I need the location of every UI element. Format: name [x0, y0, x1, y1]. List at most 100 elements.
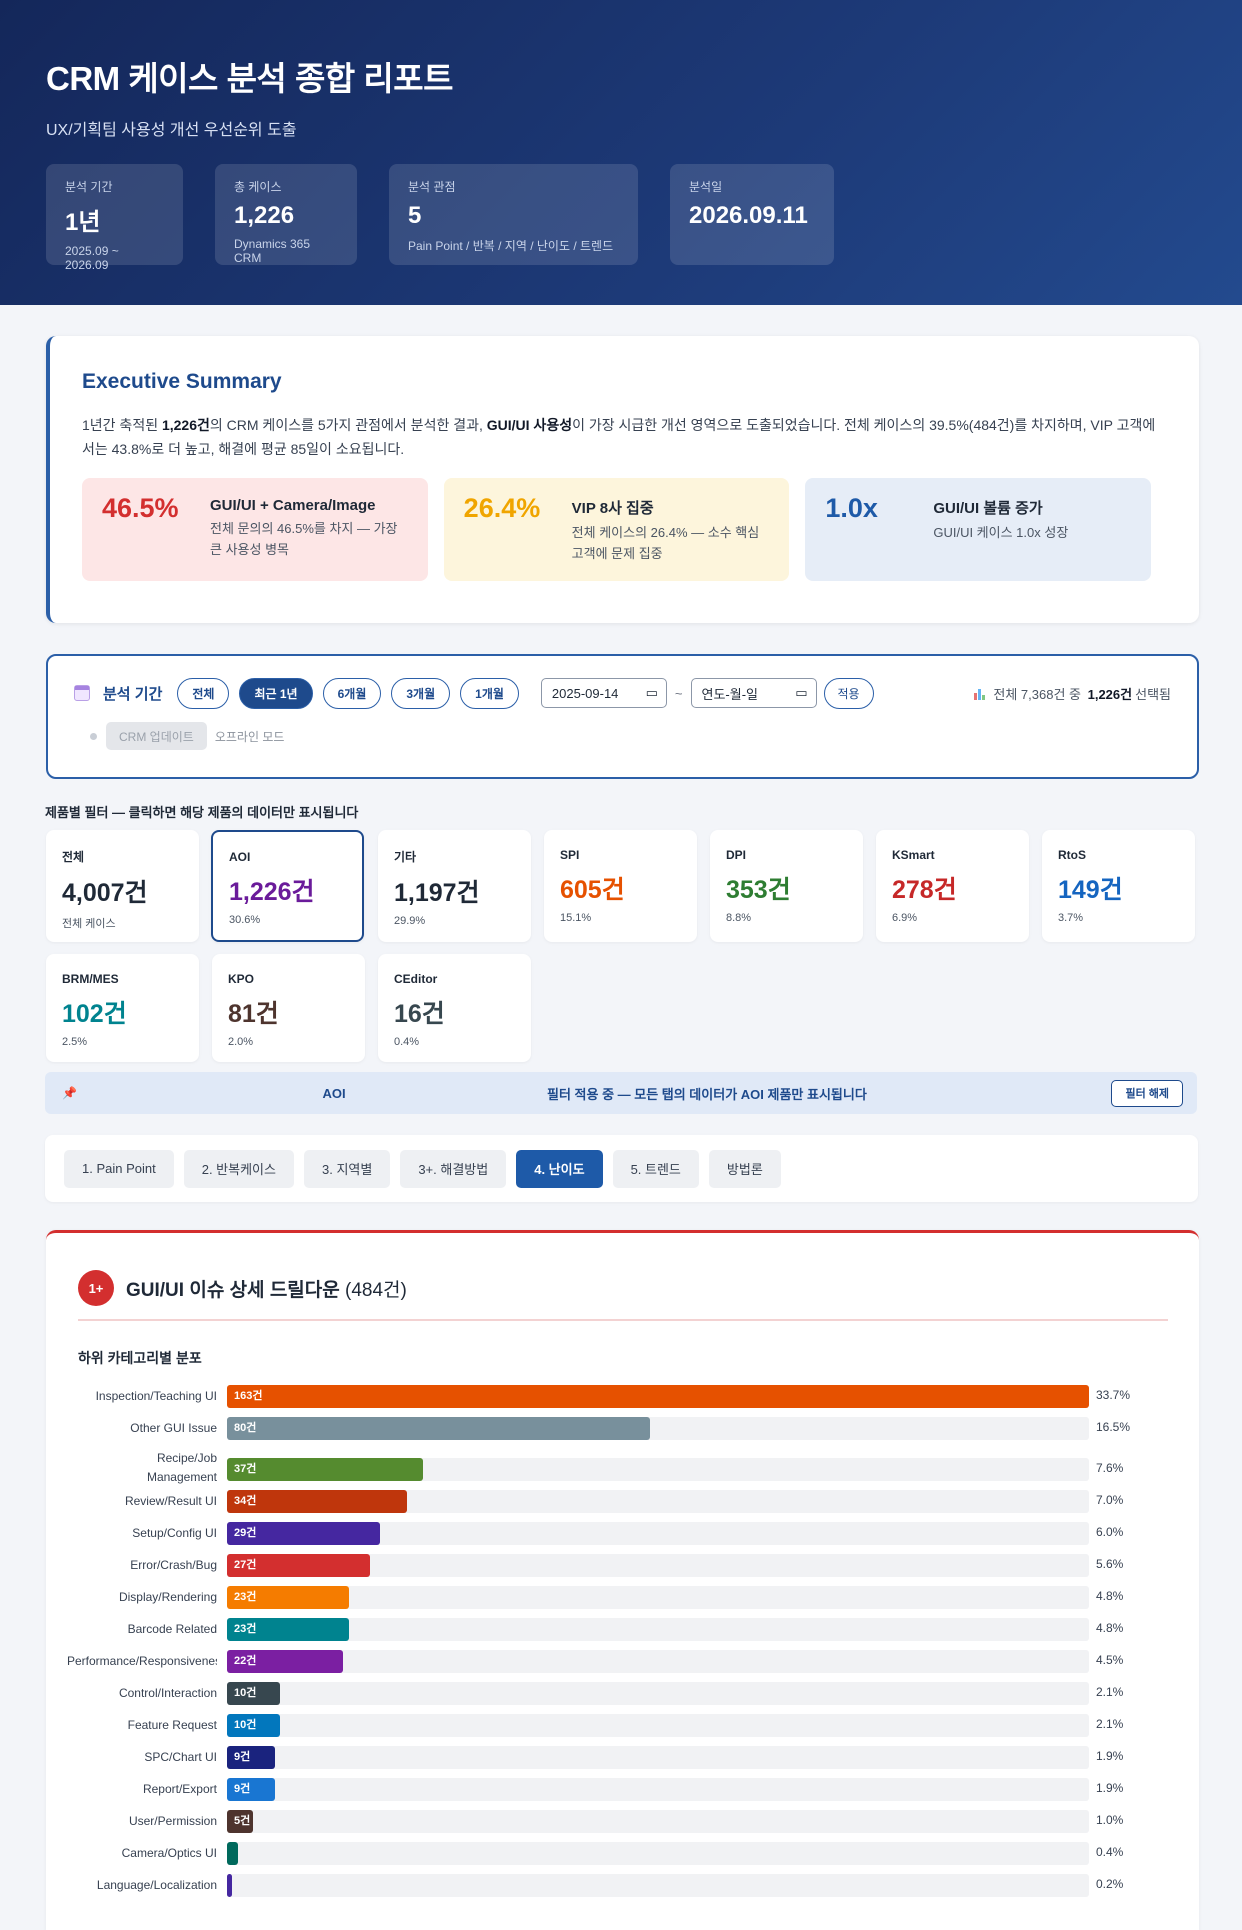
divider: [78, 1319, 1168, 1321]
product-card-전체[interactable]: 전체 4,007건 전체 케이스: [46, 830, 199, 942]
bar-fill: 34건: [227, 1490, 407, 1513]
bar-track: 34건: [227, 1490, 1089, 1513]
bar-row: Control/Interaction 10건 2.1%: [46, 1682, 1199, 1714]
bar-row: Error/Crash/Bug 27건 5.6%: [46, 1554, 1199, 1586]
stat-note: Dynamics 365 CRM: [234, 237, 311, 265]
date-separator: ~: [674, 685, 683, 701]
end-date-input[interactable]: 연도-월-일 ▭: [690, 678, 817, 708]
pin-icon: 📌: [62, 1086, 77, 1100]
product-share: 전체 케이스: [62, 918, 116, 930]
bar-label: Feature Request: [127, 1718, 217, 1732]
tab-4[interactable]: 3+. 해결방법: [400, 1149, 507, 1188]
kpi-card: 46.5% GUI/UI + Camera/Image 전체 문의의 46.5%를 …: [82, 478, 428, 581]
bar-track: 37건: [227, 1458, 1089, 1481]
product-card-aoi[interactable]: AOI 1,226건 30.6%: [211, 830, 364, 942]
stat-label: 분석일: [689, 180, 723, 194]
stat-note: Pain Point / 반복 / 지역 / 난이도 / 트렌드: [408, 239, 614, 253]
product-card-ceditor[interactable]: CEditor 16건 0.4%: [378, 954, 531, 1062]
product-card-brmmes[interactable]: BRM/MES 102건 2.5%: [46, 954, 199, 1062]
bar-row: Language/Localization 0.2%: [46, 1874, 1199, 1906]
clear-filter-button[interactable]: 필터 해제: [1111, 1079, 1183, 1107]
stat-value: 1,226: [234, 202, 295, 229]
bar-label: SPC/Chart UI: [144, 1750, 217, 1764]
bar-track: 23건: [227, 1586, 1089, 1609]
bar-label: Language/Localization: [96, 1878, 217, 1892]
calendar-icon: ▭: [795, 685, 808, 700]
gui-drilldown-section: 1+ GUI/UI 이슈 상세 드릴다운 (484건) 하위 카테고리별 분포 …: [46, 1230, 1199, 1930]
bar-track: 22건: [227, 1650, 1089, 1673]
notice-message: 필터 적용 중 — 모든 탭의 데이터가 AOI 제품만 표시됩니다: [547, 1086, 867, 1102]
bar-row: Feature Request 10건 2.1%: [46, 1714, 1199, 1746]
product-card-dpi[interactable]: DPI 353건 8.8%: [710, 830, 863, 942]
product-name: 기타: [394, 850, 417, 864]
tab-1[interactable]: 1. Pain Point: [64, 1149, 174, 1188]
kpi-desc: 전체 케이스의 26.4% — 소수 핵심 고객에 문제 집중: [571, 525, 760, 561]
bar-fill: 10건: [227, 1714, 280, 1737]
bar-label: Recipe/Job Management: [146, 1451, 217, 1484]
report-subtitle: UX/기획팀 사용성 개선 우선순위 도출: [46, 122, 297, 139]
period-preset-button[interactable]: 1개월: [460, 677, 519, 709]
bar-fill: 37건: [227, 1458, 423, 1481]
tab-2[interactable]: 2. 반복케이스: [183, 1149, 294, 1188]
period-preset-button[interactable]: 전체: [177, 677, 230, 709]
bar-fill: 80건: [227, 1417, 651, 1440]
product-share: 3.7%: [1058, 912, 1084, 924]
apply-button[interactable]: 적용: [823, 677, 874, 709]
bar-row: Camera/Optics UI 0.4%: [46, 1842, 1199, 1874]
selection-info: 전체 7,368건 중 1,226건 선택됨: [974, 684, 1171, 703]
stat-perspectives: 분석 관점 5 Pain Point / 반복 / 지역 / 난이도 / 트렌드: [389, 164, 638, 265]
bar-label: Control/Interaction: [118, 1686, 217, 1700]
bar-fill: 9건: [227, 1778, 275, 1801]
product-card-기타[interactable]: 기타 1,197건 29.9%: [378, 830, 531, 942]
product-count: 149건: [1058, 876, 1123, 904]
period-preset-button[interactable]: 6개월: [322, 677, 382, 709]
bar-percent: 33.7%: [1096, 1388, 1131, 1402]
stat-label: 분석 기간: [65, 180, 113, 194]
bar-percent: 4.8%: [1096, 1621, 1124, 1635]
crm-update-button[interactable]: CRM 업데이트: [106, 722, 207, 750]
tab-3[interactable]: 3. 지역별: [303, 1149, 391, 1188]
product-card-kpo[interactable]: KPO 81건 2.0%: [212, 954, 365, 1062]
kpi-desc: 전체 문의의 46.5%를 차지 — 가장 큰 사용성 병목: [210, 521, 398, 557]
bar-track: 29건: [227, 1522, 1089, 1545]
tab-7[interactable]: 방법론: [708, 1149, 781, 1188]
bar-percent: 16.5%: [1096, 1420, 1131, 1434]
product-card-ksmart[interactable]: KSmart 278건 6.9%: [876, 830, 1029, 942]
bar-percent: 2.1%: [1096, 1717, 1124, 1731]
bar-fill: 29건: [227, 1522, 381, 1545]
bar-row: User/Permission 5건 1.0%: [46, 1810, 1199, 1842]
bar-track: 9건: [227, 1746, 1089, 1769]
product-share: 8.8%: [726, 912, 752, 924]
bar-fill: 10건: [227, 1682, 280, 1705]
bar-fill: 5건: [227, 1810, 254, 1833]
bar-row: Other GUI Issue 80건 16.5%: [46, 1417, 1199, 1449]
product-name: 전체: [62, 850, 85, 864]
bar-track: 23건: [227, 1618, 1089, 1641]
tab-6[interactable]: 5. 트렌드: [612, 1149, 699, 1188]
period-preset-button[interactable]: 3개월: [391, 677, 451, 709]
product-count: 16건: [394, 1000, 445, 1028]
product-share: 30.6%: [229, 914, 261, 926]
product-name: BRM/MES: [62, 972, 119, 986]
status-dot: [90, 732, 97, 740]
product-count: 81건: [228, 1000, 279, 1028]
report-tabs: 1. Pain Point 2. 반복케이스 3. 지역별 3+. 해결방법 4. 난이…: [45, 1135, 1198, 1202]
bar-row: Display/Rendering 23건 4.8%: [46, 1586, 1199, 1618]
notice-product: AOI: [322, 1085, 346, 1101]
bar-label: Camera/Optics UI: [121, 1846, 217, 1860]
bar-row: Recipe/Job Management 37건 7.6%: [46, 1449, 1199, 1490]
product-card-rtos[interactable]: RtoS 149건 3.7%: [1042, 830, 1195, 942]
tab-5[interactable]: 4. 난이도: [516, 1149, 603, 1188]
stat-value: 1년: [65, 209, 101, 236]
bar-percent: 1.9%: [1096, 1749, 1124, 1763]
bar-percent: 7.6%: [1096, 1461, 1124, 1475]
bar-row: Barcode Related 23건 4.8%: [46, 1618, 1199, 1650]
period-preset-button[interactable]: 최근 1년: [239, 677, 313, 709]
bar-label: Display/Rendering: [118, 1590, 217, 1604]
start-date-input[interactable]: 2025-09-14 ▭: [540, 678, 667, 708]
product-card-spi[interactable]: SPI 605건 15.1%: [544, 830, 697, 942]
kpi-value: 1.0x: [825, 493, 878, 523]
product-share: 6.9%: [892, 912, 918, 924]
kpi-title: GUI/UI 볼륨 증가: [933, 500, 1043, 517]
bar-track: 9건: [227, 1778, 1089, 1801]
